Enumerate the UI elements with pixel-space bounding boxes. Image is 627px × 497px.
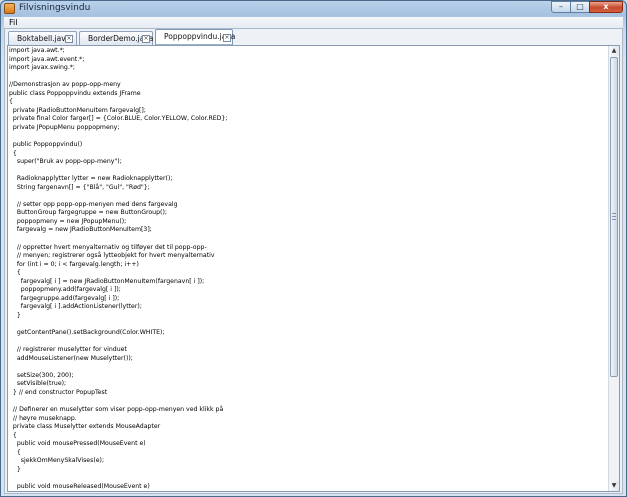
tab-label: Boktabell.java — [17, 34, 71, 43]
tab-boktabell[interactable]: Boktabell.java × — [8, 31, 77, 45]
vertical-scrollbar[interactable]: ▲ ▼ — [608, 46, 619, 491]
menu-bar: Fil — [4, 17, 623, 28]
tab-poppoppvindu[interactable]: Poppoppvindu.java × — [155, 29, 235, 45]
tabbed-pane: Boktabell.java × BorderDemo.java × Poppo… — [4, 28, 623, 494]
scroll-up-arrow-icon[interactable]: ▲ — [609, 46, 619, 56]
code-line: } // end constructor PopupTest — [9, 388, 108, 396]
code-line: import javax.swing.*; — [9, 64, 75, 72]
code-text-area[interactable]: import java.awt.*; import java.awt.event.… — [9, 47, 607, 490]
code-line: { — [9, 98, 13, 106]
code-line: private JPopupMenu poppopmeny; — [9, 123, 120, 131]
tab-borderdemo[interactable]: BorderDemo.java × — [79, 31, 153, 45]
code-line: getContentPane().setBackground(Color.WHI… — [9, 329, 165, 337]
code-line: public Poppoppvindu() — [9, 141, 83, 149]
minimize-button[interactable]: – — [551, 1, 571, 13]
code-line: fargevalg[ i ].addActionListener(lytter)… — [9, 303, 142, 311]
code-line: poppopmeny.add(fargevalg[ i ]); — [9, 286, 121, 294]
code-line: // høyre museknapp. — [9, 414, 77, 422]
code-line: setVisible(true); — [9, 380, 67, 388]
code-line: { — [9, 149, 17, 157]
code-line: // registrerer muselytter for vinduet — [9, 346, 127, 354]
tab-close-icon[interactable]: × — [65, 35, 73, 43]
code-line: public void mousePressed(MouseEvent e) — [9, 440, 146, 448]
code-line: // menyen; registrerer også lytteobjekt … — [9, 252, 215, 260]
code-line: private class Muselytter extends MouseAd… — [9, 423, 161, 431]
thumb-grip — [612, 219, 616, 220]
code-line: private final Color farger[] = {Color.BL… — [9, 115, 228, 123]
scrollbar-thumb[interactable] — [610, 57, 618, 377]
maximize-button[interactable]: □ — [570, 1, 590, 13]
tab-bar: Boktabell.java × BorderDemo.java × Poppo… — [5, 29, 622, 46]
code-line: fargegruppe.add(fargevalg[ i ]); — [9, 294, 120, 302]
tab-close-icon[interactable]: × — [142, 35, 150, 43]
code-line: { — [9, 448, 21, 456]
code-editor[interactable]: import java.awt.*; import java.awt.event.… — [7, 45, 620, 492]
code-line: // oppretter hvert menyalternativ og til… — [9, 243, 207, 251]
menu-file[interactable]: Fil — [8, 17, 18, 28]
thumb-grip — [612, 213, 616, 214]
code-line: import java.awt.*; — [9, 47, 65, 54]
code-line: sjekkOmMenySkalVises(e); — [9, 457, 105, 465]
tab-close-icon[interactable]: × — [223, 34, 231, 42]
code-line: public class Poppoppvindu extends JFrame — [9, 89, 141, 97]
code-line: { — [9, 269, 21, 277]
code-line: fargevalg[ i ] = new JRadioButtonMenuIte… — [9, 277, 205, 285]
title-bar[interactable]: Filvisningsvindu – □ x — [1, 1, 626, 17]
code-line: // setter opp popp-opp-menyen med dens f… — [9, 200, 178, 208]
code-line: super("Bruk av popp-opp-meny"); — [9, 158, 122, 166]
thumb-grip — [612, 216, 616, 217]
code-line: //Demonstrasjon av popp-opp-meny — [9, 81, 121, 89]
code-line: poppopmeny = new JPopupMenu(); — [9, 217, 127, 225]
app-icon — [4, 3, 15, 14]
window-title: Filvisningsvindu — [19, 3, 91, 13]
code-line: addMouseListener(new Muselytter()); — [9, 354, 133, 362]
code-line: for (int i = 0; i < fargevalg.length; i+… — [9, 260, 139, 268]
code-line: ButtonGroup fargegruppe = new ButtonGrou… — [9, 209, 167, 217]
close-button[interactable]: x — [589, 1, 623, 13]
application-window: Filvisningsvindu – □ x Fil Boktabell.jav… — [0, 0, 627, 497]
code-line: setSize(300, 200); — [9, 371, 74, 379]
code-line: } — [9, 311, 21, 319]
code-line: import java.awt.event.*; — [9, 55, 85, 63]
code-line: { — [9, 431, 17, 439]
window-controls: – □ x — [551, 1, 623, 14]
code-line: Radioknapplytter lytter = new Radioknapp… — [9, 175, 173, 183]
code-line: // Definerer en muselytter som viser pop… — [9, 405, 224, 413]
code-line: public void mouseReleased(MouseEvent e) — [9, 482, 150, 490]
code-line: private JRadioButtonMenuItem fargevalg[]… — [9, 106, 146, 114]
code-line: fargevalg = new JRadioButtonMenuItem[3]; — [9, 226, 152, 234]
scroll-down-arrow-icon[interactable]: ▼ — [609, 481, 619, 491]
code-line: } — [9, 465, 21, 473]
code-line: String fargenavn[] = {"Blå", "Gul", "Rød… — [9, 183, 150, 191]
